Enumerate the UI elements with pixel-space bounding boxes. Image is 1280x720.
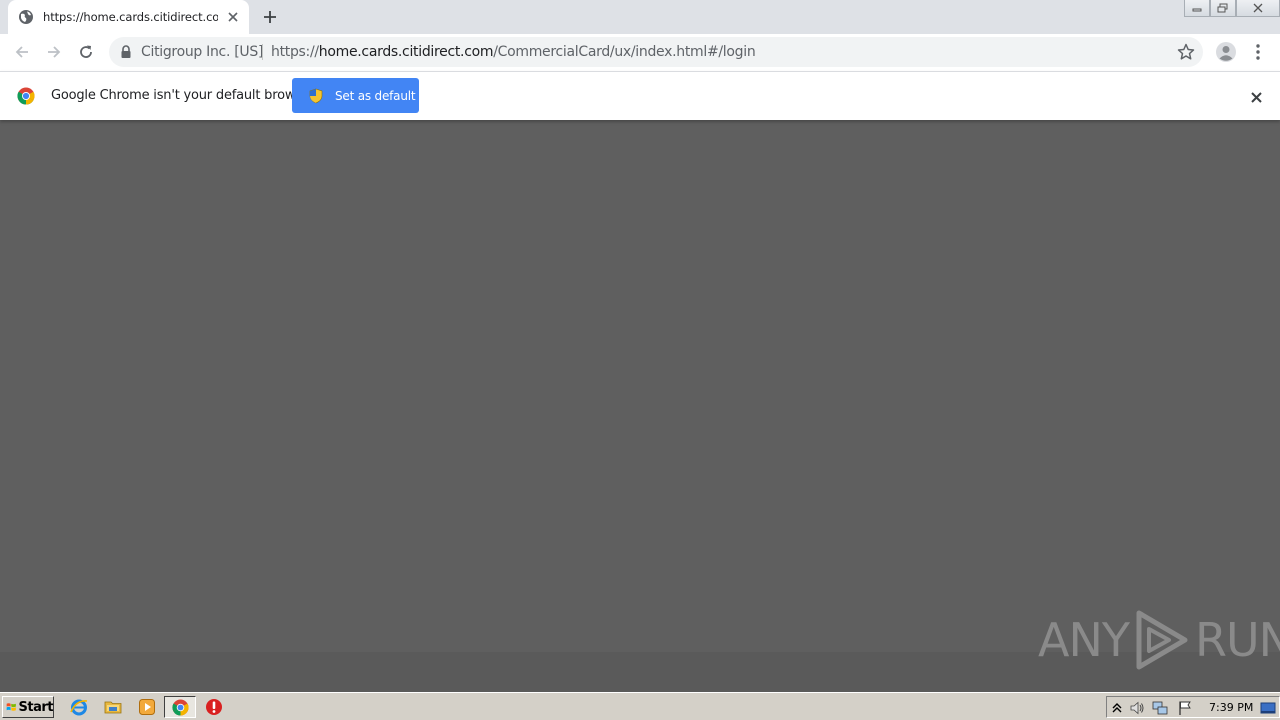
lock-icon xyxy=(121,45,131,58)
tray-arrow-icon[interactable] xyxy=(1109,700,1125,716)
watermark-text-left: ANY xyxy=(1038,613,1130,667)
page-content xyxy=(0,120,1280,652)
desktop-icon[interactable] xyxy=(1260,700,1276,716)
profile-icon[interactable] xyxy=(1214,40,1238,64)
url-host: home.cards.citidirect.com xyxy=(318,44,494,60)
url-text[interactable]: https://home.cards.citidirect.com/Commer… xyxy=(271,44,756,60)
taskbar: Start 7:39 PM xyxy=(0,692,1280,720)
star-icon[interactable] xyxy=(1177,43,1195,61)
menu-icon[interactable] xyxy=(1248,40,1268,64)
start-label: Start xyxy=(18,699,54,715)
forward-icon[interactable] xyxy=(42,40,66,64)
window-close-button[interactable] xyxy=(1236,0,1280,17)
folder-icon[interactable] xyxy=(104,698,122,716)
infobar-message: Google Chrome isn't your default browser xyxy=(51,88,315,103)
omnibox-divider xyxy=(262,44,263,60)
close-icon[interactable] xyxy=(1247,88,1265,106)
shield-icon xyxy=(309,88,323,103)
minimize-button[interactable] xyxy=(1184,0,1210,17)
close-icon[interactable] xyxy=(225,9,241,25)
reload-icon[interactable] xyxy=(74,40,98,64)
default-browser-infobar: Google Chrome isn't your default browser… xyxy=(0,71,1280,120)
anyrun-watermark: ANY RUN xyxy=(1038,608,1280,672)
watermark-text-right: RUN xyxy=(1194,613,1280,667)
windows-flag-icon xyxy=(6,703,16,711)
site-owner: Citigroup Inc. [US] xyxy=(141,44,264,60)
chrome-icon xyxy=(17,87,35,105)
taskbar-clock: 7:39 PM xyxy=(1209,701,1254,714)
globe-icon xyxy=(19,10,33,24)
browser-toolbar: Citigroup Inc. [US] https://home.cards.c… xyxy=(0,34,1280,71)
url-path: /CommercialCard/ux/index.html#/login xyxy=(493,44,756,60)
ie-icon[interactable] xyxy=(70,698,88,716)
tab-title: https://home.cards.citidirect.com/Commer… xyxy=(43,10,218,24)
start-button[interactable]: Start xyxy=(2,696,54,718)
network-icon[interactable] xyxy=(1152,700,1168,716)
stop-icon[interactable] xyxy=(205,698,223,716)
back-icon[interactable] xyxy=(10,40,34,64)
flag-icon[interactable] xyxy=(1177,700,1193,716)
set-as-default-label: Set as default xyxy=(335,88,416,103)
window-controls xyxy=(1184,0,1280,18)
plus-icon[interactable] xyxy=(258,5,282,29)
chrome-icon xyxy=(172,699,189,716)
volume-icon[interactable] xyxy=(1129,700,1145,716)
system-tray: 7:39 PM xyxy=(1106,696,1280,718)
play-logo-icon xyxy=(1136,610,1188,670)
media-icon[interactable] xyxy=(138,698,156,716)
tab-active[interactable]: https://home.cards.citidirect.com/Commer… xyxy=(8,0,249,34)
url-scheme: https:// xyxy=(271,44,319,60)
set-as-default-button[interactable]: Set as default xyxy=(292,78,419,113)
chrome-taskbar-button[interactable] xyxy=(164,696,196,718)
tab-strip: https://home.cards.citidirect.com/Commer… xyxy=(0,0,1280,34)
omnibox[interactable]: Citigroup Inc. [US] https://home.cards.c… xyxy=(109,37,1203,67)
restore-button[interactable] xyxy=(1210,0,1236,17)
